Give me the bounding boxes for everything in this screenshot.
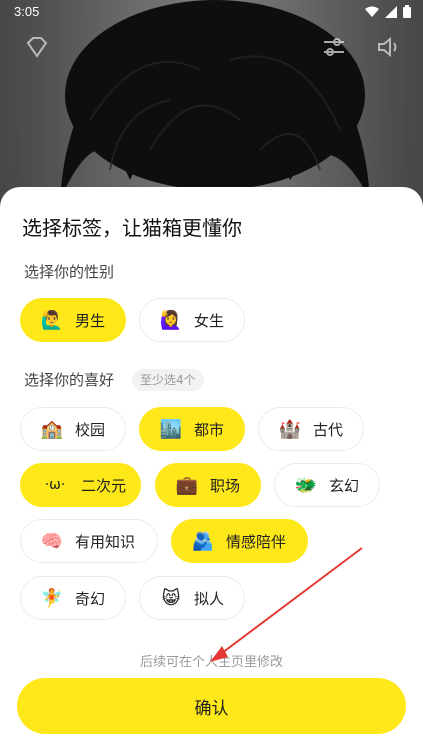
wifi-icon [365,6,379,17]
chip-label: 情感陪伴 [226,532,287,551]
chip-label: 奇幻 [75,589,106,608]
kaomoji-icon: ·ω· [44,477,66,493]
hobby-chip-workplace[interactable]: 💼 职场 [155,463,261,507]
gender-chip-female[interactable]: 🙋‍♀️ 女生 [139,298,245,342]
signal-icon [385,5,397,18]
school-icon: 🏫 [40,418,64,440]
hobby-chip-ancient[interactable]: 🏰 古代 [258,407,364,451]
confirm-button[interactable]: 确认 [17,678,406,734]
tag-selection-sheet: 选择标签，让猫箱更懂你 选择你的性别 🙋‍♂️ 男生 🙋‍♀️ 女生 选择你的喜… [0,187,423,752]
gender-section-label: 选择你的性别 [24,263,115,281]
fairy-icon: 🧚 [40,587,64,609]
hobby-chip-urban[interactable]: 🏙️ 都市 [139,407,245,451]
hobby-chip-companionship[interactable]: 🫂 情感陪伴 [171,519,308,563]
chip-label: 都市 [194,420,225,439]
edit-later-note: 后续可在个人主页里修改 [139,655,283,670]
chip-label: 校园 [75,420,106,439]
sheet-title: 选择标签，让猫箱更懂你 [22,216,242,240]
brain-icon: 🧠 [40,530,64,552]
min-select-hint: 至少选4个 [132,369,204,391]
chip-label: 二次元 [81,476,127,495]
man-raising-hand-icon: 🙋‍♂️ [40,309,64,331]
hobby-chip-fantasy[interactable]: 🧚 奇幻 [20,576,126,620]
hobby-chip-anime[interactable]: ·ω· 二次元 [20,463,141,507]
gender-chip-male[interactable]: 🙋‍♂️ 男生 [20,298,126,342]
hobby-section-label: 选择你的喜好 [24,371,115,389]
chip-label: 古代 [313,420,344,439]
hobby-chip-useful-knowledge[interactable]: 🧠 有用知识 [20,519,158,563]
chip-label: 玄幻 [329,476,360,495]
chip-label: 女生 [194,311,225,330]
castle-icon: 🏰 [278,418,302,440]
woman-raising-hand-icon: 🙋‍♀️ [159,309,183,331]
chip-label: 男生 [75,311,106,330]
hobby-chip-anthropomorphic[interactable]: 😸 拟人 [139,576,245,620]
cat-face-icon: 😸 [161,587,181,609]
battery-icon [403,5,411,18]
dragon-icon: 🐲 [294,474,318,496]
settings-sliders-icon[interactable] [321,34,347,60]
hobby-chip-fantasy-xuanhuan[interactable]: 🐲 玄幻 [274,463,380,507]
chip-label: 拟人 [194,589,225,608]
speaker-icon[interactable] [375,34,401,60]
status-time: 3:05 [14,4,40,19]
diamond-icon[interactable] [24,34,50,60]
cityscape-icon: 🏙️ [159,418,183,440]
hugging-people-icon: 🫂 [191,530,215,552]
hobby-chip-campus[interactable]: 🏫 校园 [20,407,126,451]
chip-label: 职场 [210,476,241,495]
briefcase-icon: 💼 [175,474,199,496]
chip-label: 有用知识 [75,532,136,551]
status-bar: 3:05 [0,0,423,26]
